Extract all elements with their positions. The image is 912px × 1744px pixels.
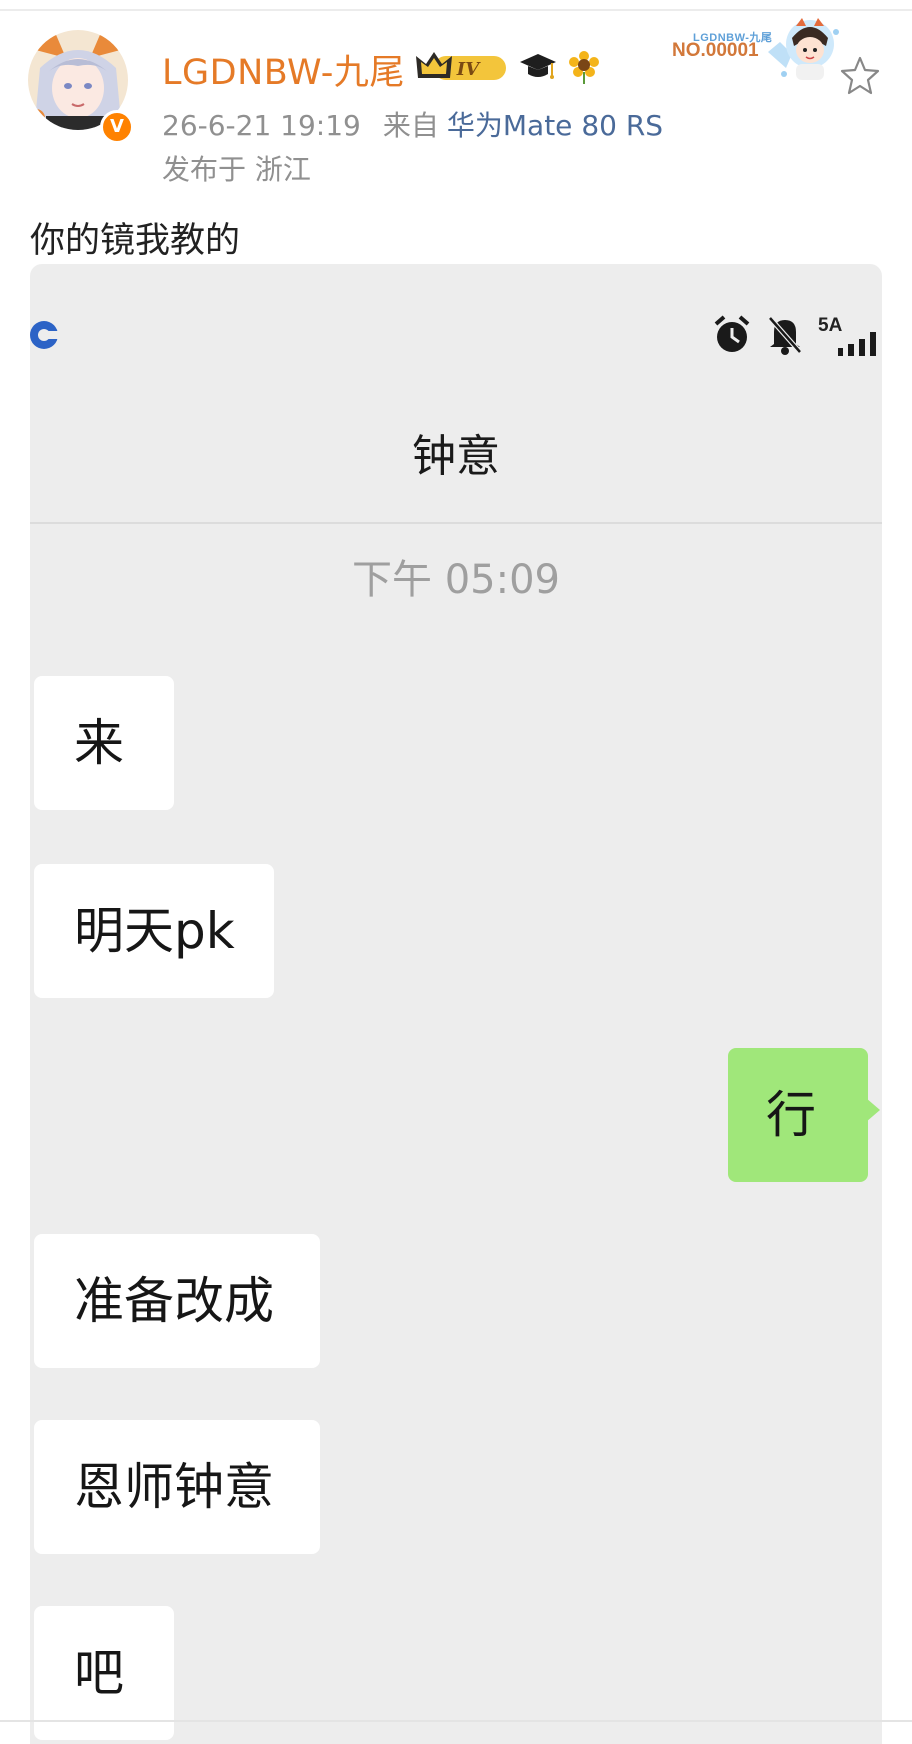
incoming-message-bubble[interactable]: 明天pk xyxy=(34,864,274,998)
bubble-tail xyxy=(866,1098,880,1122)
incoming-message-bubble[interactable]: 恩师钟意 xyxy=(34,1420,320,1554)
message-text: 行 xyxy=(766,1086,816,1144)
graduation-cap-icon xyxy=(520,54,556,79)
star-icon[interactable] xyxy=(838,54,882,98)
title-divider xyxy=(30,522,882,524)
message-text: 吧 xyxy=(74,1644,124,1702)
message-time-label: 下午 05:09 xyxy=(352,557,560,603)
embedded-chat-screenshot[interactable]: 5A 钟意 下午 05:09 来 明天pk 行 准备改成 恩师钟意 吧 xyxy=(30,264,882,1744)
crown-icon: IV xyxy=(416,52,506,80)
device-link[interactable]: 华为Mate 80 RS xyxy=(447,109,663,142)
message-text: 来 xyxy=(74,714,124,772)
incoming-message-bubble[interactable]: 准备改成 xyxy=(34,1234,320,1368)
signal-icon xyxy=(838,332,876,356)
mute-icon xyxy=(768,316,802,355)
alarm-icon xyxy=(714,315,750,352)
post-meta: 26-6-21 19:19 来自 华为Mate 80 RS xyxy=(162,104,663,144)
post-text: 你的镜我教的 xyxy=(30,221,241,261)
vip-level-label: IV xyxy=(456,59,481,80)
post-timestamp: 26-6-21 19:19 xyxy=(162,109,361,142)
fan-card-number: NO.00001 xyxy=(672,40,759,61)
bottom-divider xyxy=(0,1720,912,1722)
outgoing-message-bubble[interactable]: 行 xyxy=(728,1048,880,1182)
top-divider xyxy=(0,9,912,11)
post-location: 发布于 浙江 xyxy=(162,153,311,186)
source-label: 来自 xyxy=(382,109,439,142)
chat-title: 钟意 xyxy=(412,431,500,482)
sunflower-icon xyxy=(569,51,599,84)
username[interactable]: LGDNBW-九尾 xyxy=(162,44,405,95)
app-logo-icon xyxy=(30,321,60,349)
incoming-message-bubble[interactable]: 来 xyxy=(34,676,174,810)
message-text: 恩师钟意 xyxy=(74,1458,274,1516)
message-text: 准备改成 xyxy=(74,1272,274,1330)
verified-badge-icon: V xyxy=(100,110,134,144)
message-text: 明天pk xyxy=(74,902,235,960)
